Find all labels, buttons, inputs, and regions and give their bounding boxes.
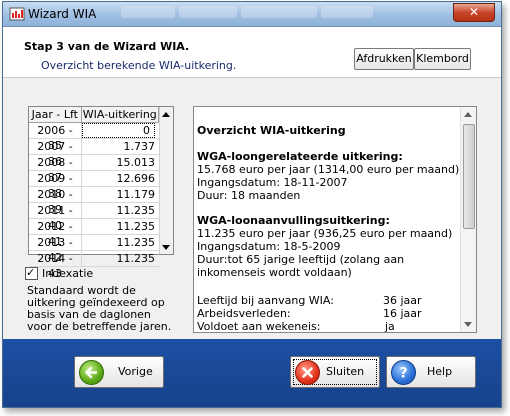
overview-panel[interactable]: Overzicht WIA-uitkering WGA-loongerelate… <box>193 106 477 333</box>
window-close-button[interactable]: ✕ <box>453 3 495 22</box>
fact-label: Arbeidsverleden: <box>197 307 291 320</box>
table-row[interactable]: 2013 - 42 11.235 <box>29 235 159 264</box>
table-body: 2006 - 35 0 2007 - 36 1.737 2008 - 37 15.01… <box>29 123 159 280</box>
loonaanvulling-duration: Duur:tot 65 jarige leeftijd (zolang aan … <box>197 253 405 279</box>
wizard-footer: Vorige Sluiten ? Help <box>3 339 501 407</box>
wizard-header: Stap 3 van de Wizard WIA. Overzicht bere… <box>3 27 501 78</box>
table-scrollbar[interactable] <box>159 107 173 254</box>
indexatie-description: Standaard wordt de uitkering geïndexeerd… <box>27 284 172 333</box>
year-age-cell: 2010 - 39 <box>29 187 82 216</box>
column-header-year-age[interactable]: Jaar - Lft <box>29 107 82 122</box>
table-row[interactable]: 2009 - 38 12.696 <box>29 171 159 200</box>
indexatie-checkbox[interactable] <box>25 266 38 280</box>
help-icon: ? <box>391 360 416 385</box>
close-label: Sluiten <box>326 365 365 378</box>
svg-text:?: ? <box>399 366 407 382</box>
benefit-table[interactable]: Jaar - Lft WIA-uitkering 2006 - 35 0 2007… <box>28 106 174 280</box>
year-age-cell: 2008 - 37 <box>29 155 82 184</box>
indexatie-option[interactable]: Indexatie <box>25 266 93 280</box>
wizard-app-icon <box>9 7 25 21</box>
scroll-down-icon[interactable] <box>162 245 170 250</box>
overview-heading: Overzicht WIA-uitkering <box>197 124 346 137</box>
fact-value: 16 jaar <box>383 307 422 320</box>
help-label: Help <box>427 365 453 378</box>
benefit-cell: 11.235 <box>116 220 156 233</box>
scroll-up-icon[interactable] <box>464 112 472 117</box>
year-age-cell: 2009 - 38 <box>29 171 82 200</box>
close-button[interactable]: Sluiten <box>290 356 380 388</box>
step-title: Stap 3 van de Wizard WIA. <box>24 40 190 53</box>
background-window-ghost <box>121 6 381 21</box>
loongerelateerd-start: Ingangsdatum: 18-11-2007 <box>197 176 348 189</box>
benefit-cell: 11.235 <box>116 204 156 217</box>
loongerelateerd-amount: 15.768 euro per jaar (1314,00 euro per m… <box>197 163 460 176</box>
loongerelateerd-heading: WGA-loongerelateerde uitkering: <box>197 150 403 163</box>
table-header: Jaar - Lft WIA-uitkering <box>29 107 159 123</box>
benefit-cell: 15.013 <box>116 156 156 169</box>
close-icon <box>295 360 320 385</box>
year-age-cell: 2007 - 36 <box>29 139 82 168</box>
indexatie-label: Indexatie <box>42 266 94 280</box>
fact-label: Voldoet aan wekeneis: <box>197 320 321 333</box>
year-age-cell: 2011 - 40 <box>29 203 82 232</box>
previous-label: Vorige <box>118 365 153 378</box>
year-age-cell: 2012 - 41 <box>29 219 82 248</box>
loongerelateerd-duration: Duur: 18 maanden <box>197 189 301 202</box>
clipboard-button[interactable]: Klembord <box>414 48 471 70</box>
previous-button[interactable]: Vorige <box>74 356 164 388</box>
window-title: Wizard WIA <box>28 7 97 21</box>
year-age-cell: 2006 - 35 <box>29 123 82 152</box>
scroll-thumb[interactable] <box>463 124 475 229</box>
benefit-cell: 11.235 <box>116 236 156 249</box>
table-row[interactable]: 2010 - 39 11.179 <box>29 187 159 216</box>
loonaanvulling-start: Ingangsdatum: 18-5-2009 <box>197 240 341 253</box>
overview-scrollbar[interactable] <box>460 107 476 332</box>
table-row[interactable]: 2014 - 43 11.235 <box>29 251 159 280</box>
scroll-down-icon[interactable] <box>464 322 472 327</box>
table-row[interactable]: 2012 - 41 11.235 <box>29 219 159 248</box>
column-header-benefit[interactable]: WIA-uitkering <box>81 107 159 122</box>
wizard-window: Wizard WIA ✕ Stap 3 van de Wizard WIA. O… <box>2 1 502 408</box>
loonaanvulling-amount: 11.235 euro per jaar (936,25 euro per ma… <box>197 227 453 240</box>
fact-label: Leeftijd bij aanvang WIA: <box>197 294 334 307</box>
table-row[interactable]: 2006 - 35 0 <box>29 123 159 152</box>
fact-value: 36 jaar <box>383 294 422 307</box>
help-button[interactable]: ? Help <box>386 356 476 388</box>
table-row[interactable]: 2008 - 37 15.013 <box>29 155 159 184</box>
step-subtitle: Overzicht berekende WIA-uitkering. <box>41 59 237 72</box>
table-row[interactable]: 2007 - 36 1.737 <box>29 139 159 168</box>
title-bar[interactable]: Wizard WIA ✕ <box>3 2 501 27</box>
loonaanvulling-heading: WGA-loonaanvullingsuitkering: <box>197 214 390 227</box>
year-age-cell: 2013 - 42 <box>29 235 82 264</box>
fact-value: ja <box>385 320 395 333</box>
scroll-up-icon[interactable] <box>162 112 170 117</box>
table-row[interactable]: 2011 - 40 11.235 <box>29 203 159 232</box>
benefit-cell: 1.737 <box>123 140 156 153</box>
back-arrow-icon <box>79 360 104 385</box>
year-age-cell: 2014 - 43 <box>29 251 82 280</box>
benefit-cell: 12.696 <box>116 172 156 185</box>
benefit-cell: 11.235 <box>116 252 156 265</box>
benefit-cell: 11.179 <box>116 188 156 201</box>
print-button[interactable]: Afdrukken <box>354 48 414 70</box>
benefit-cell: 0 <box>82 123 155 138</box>
